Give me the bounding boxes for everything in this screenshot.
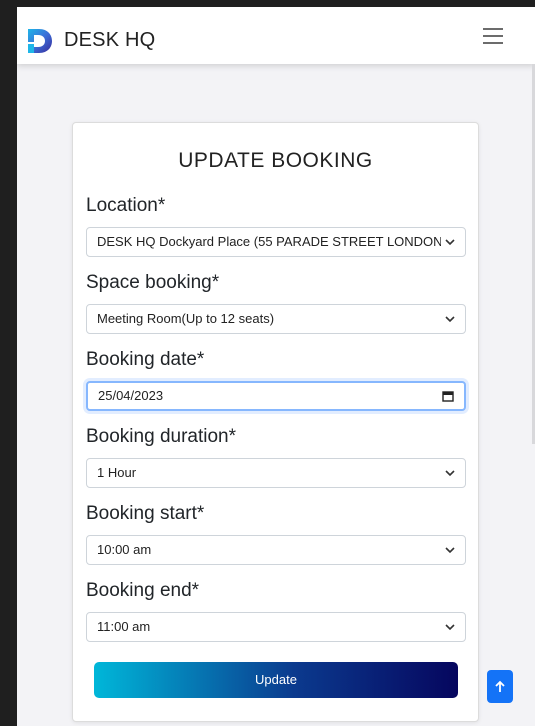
scroll-to-top-button[interactable] — [487, 670, 513, 703]
booking-end-label: Booking end* — [86, 580, 200, 601]
brand-name[interactable]: DESK HQ — [64, 29, 155, 52]
booking-date-value: 25/04/2023 — [98, 388, 164, 403]
calendar-icon[interactable] — [442, 390, 454, 402]
booking-end-value: 11:00 am — [97, 619, 151, 634]
location-select[interactable]: DESK HQ Dockyard Place (55 PARADE STREET… — [86, 227, 466, 257]
booking-date-label: Booking date* — [86, 349, 205, 370]
booking-start-value: 10:00 am — [97, 542, 152, 557]
chevron-down-icon — [445, 624, 455, 631]
booking-duration-label: Booking duration* — [86, 426, 236, 447]
update-booking-card: UPDATE BOOKING Location* DESK HQ Dockyar… — [72, 122, 479, 722]
chevron-down-icon — [445, 547, 455, 554]
booking-start-label: Booking start* — [86, 503, 205, 524]
booking-duration-value: 1 Hour — [97, 465, 137, 480]
booking-start-select[interactable]: 10:00 am — [86, 535, 466, 565]
chevron-down-icon — [445, 316, 455, 323]
booking-duration-select[interactable]: 1 Hour — [86, 458, 466, 488]
chevron-down-icon — [445, 470, 455, 477]
location-value: DESK HQ Dockyard Place (55 PARADE STREET… — [97, 234, 441, 249]
space-booking-value: Meeting Room(Up to 12 seats) — [97, 311, 275, 326]
chevron-down-icon — [445, 239, 455, 246]
page-viewport: DESK HQ UPDATE BOOKING Location* DESK HQ… — [17, 7, 535, 726]
space-booking-label: Space booking* — [86, 272, 220, 293]
desk-hq-logo-icon[interactable] — [26, 28, 53, 54]
browser-frame-top — [0, 0, 535, 7]
booking-end-select[interactable]: 11:00 am — [86, 612, 466, 642]
navbar: DESK HQ — [17, 7, 535, 64]
location-label: Location* — [86, 195, 166, 216]
browser-frame-left — [0, 0, 17, 726]
arrow-up-icon — [495, 680, 505, 692]
space-booking-select[interactable]: Meeting Room(Up to 12 seats) — [86, 304, 466, 334]
update-button[interactable]: Update — [94, 662, 458, 698]
page-title: UPDATE BOOKING — [178, 149, 373, 172]
hamburger-menu-icon[interactable] — [483, 27, 503, 45]
booking-date-input[interactable]: 25/04/2023 — [86, 381, 466, 411]
